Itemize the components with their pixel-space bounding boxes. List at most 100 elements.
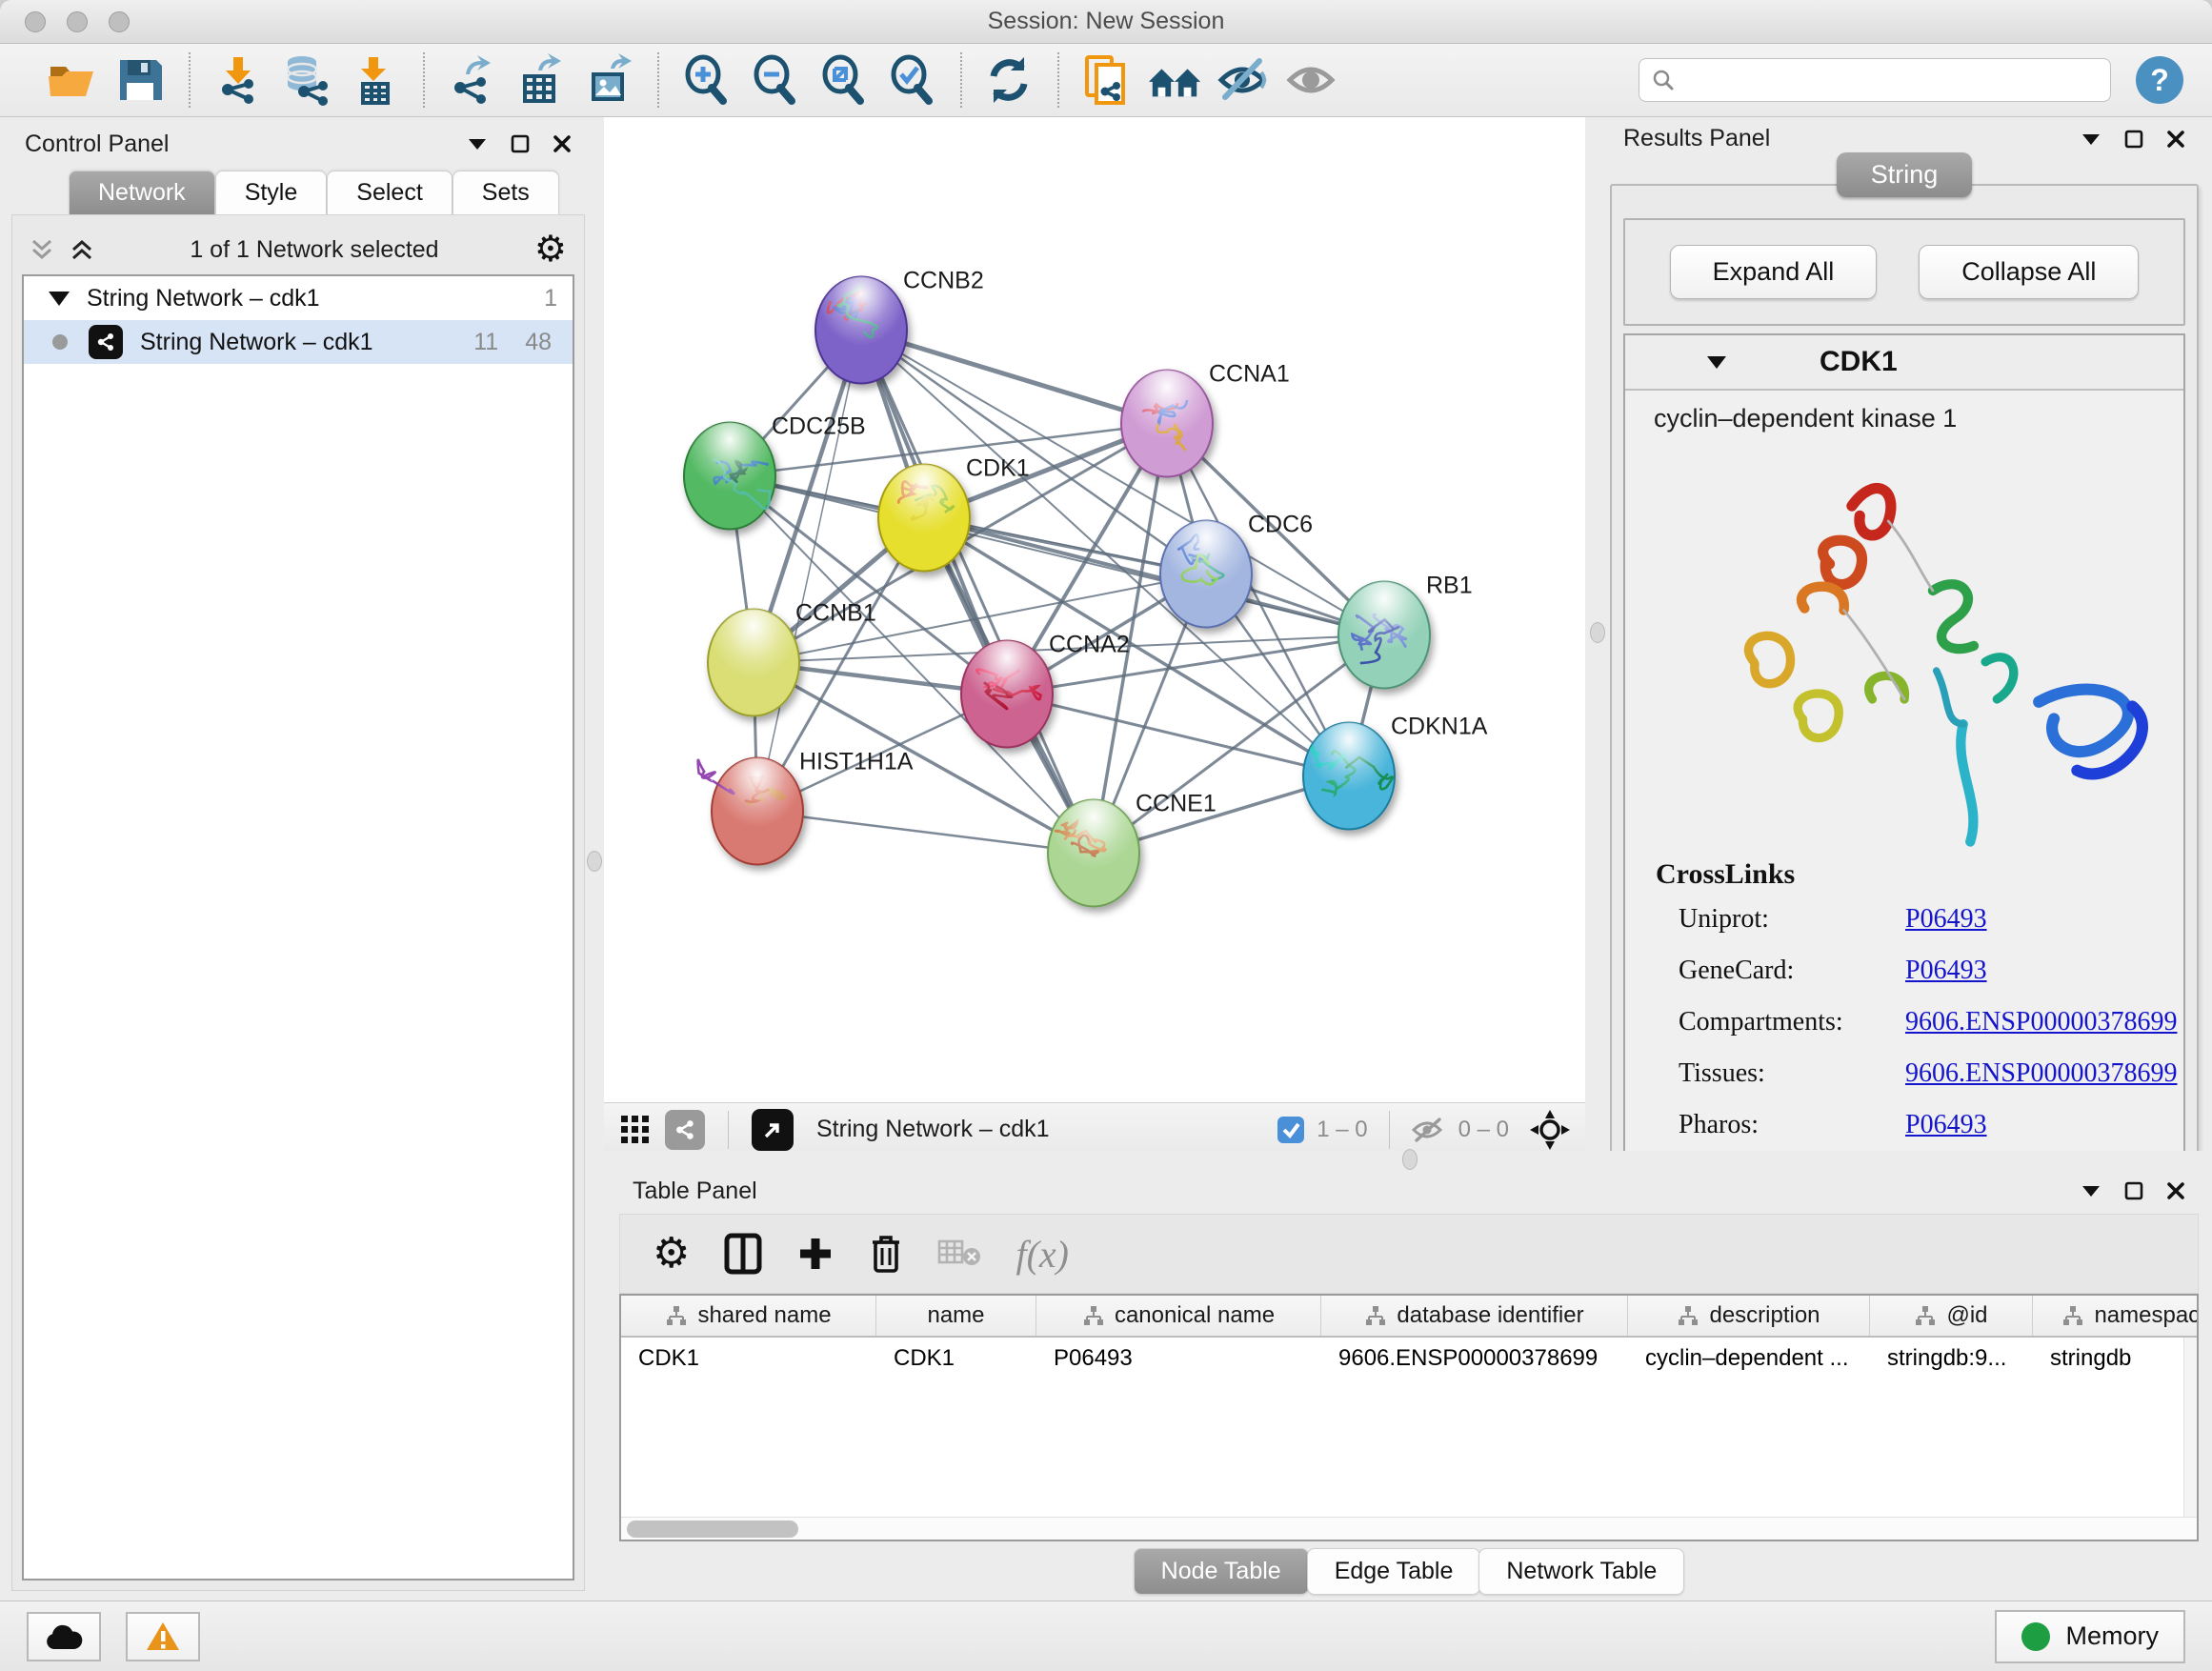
crosslink-link[interactable]: P06493 xyxy=(1905,904,1987,935)
fit-crosshair-icon[interactable] xyxy=(1530,1110,1570,1150)
first-neighbors-button[interactable] xyxy=(1147,52,1202,108)
column-header-namespace[interactable]: namespace xyxy=(2033,1296,2199,1336)
refresh-layout-button[interactable] xyxy=(981,52,1036,108)
table-cell[interactable]: CDK1 xyxy=(621,1345,876,1372)
crosslink-link[interactable]: P06493 xyxy=(1905,1110,1987,1140)
collection-expand-icon[interactable] xyxy=(49,292,70,306)
network-canvas[interactable]: CCNB2CCNA1CDC25BCDK1CDC6RB1CCNB1CCNA2CDK… xyxy=(604,117,1585,1102)
open-session-button[interactable] xyxy=(44,52,99,108)
vertical-splitter-left[interactable] xyxy=(585,117,604,1601)
search-input[interactable] xyxy=(1685,68,2099,92)
tab-select[interactable]: Select xyxy=(327,171,452,214)
tab-sets[interactable]: Sets xyxy=(452,171,559,214)
collapse-all-networks-icon[interactable] xyxy=(30,237,54,262)
search-field[interactable] xyxy=(1639,58,2111,102)
show-all-button[interactable] xyxy=(1284,52,1339,108)
table-cell[interactable]: stringdb:9... xyxy=(1870,1345,2033,1372)
tab-string[interactable]: String xyxy=(1837,152,1973,197)
export-image-button[interactable] xyxy=(581,52,636,108)
warning-button[interactable] xyxy=(126,1612,200,1661)
node-CCNA2[interactable]: CCNA2 xyxy=(961,632,1130,748)
edge-CCNB2-HIST1H1A[interactable] xyxy=(757,331,861,812)
crosslink-row: GeneCard:P06493 xyxy=(1679,956,2183,986)
zoom-fit-button[interactable] xyxy=(815,52,871,108)
close-panel-icon[interactable] xyxy=(2166,130,2185,149)
table-cell[interactable]: cyclin–dependent ... xyxy=(1628,1345,1870,1372)
zoom-selected-button[interactable] xyxy=(884,52,939,108)
column-header-shared-name[interactable]: shared name xyxy=(621,1296,876,1336)
crosslink-link[interactable]: 9606.ENSP00000378699 xyxy=(1905,1007,2177,1037)
zoom-out-button[interactable] xyxy=(747,52,802,108)
column-header-database-identifier[interactable]: database identifier xyxy=(1321,1296,1628,1336)
table-horizontal-scrollbar[interactable] xyxy=(621,1517,2197,1540)
close-panel-icon[interactable] xyxy=(2166,1181,2185,1200)
zoom-in-button[interactable] xyxy=(678,52,734,108)
node-HIST1H1A[interactable]: HIST1H1A xyxy=(698,749,914,865)
table-cell[interactable]: P06493 xyxy=(1036,1345,1321,1372)
cloud-button[interactable] xyxy=(27,1612,101,1661)
collapse-all-button[interactable]: Collapse All xyxy=(1919,245,2139,299)
network-options-gear-icon[interactable]: ⚙ xyxy=(534,232,567,268)
import-network-database-button[interactable] xyxy=(278,52,333,108)
vertical-splitter-right[interactable] xyxy=(1585,117,1610,1151)
table-row[interactable]: CDK1CDK1P064939606.ENSP00000378699cyclin… xyxy=(621,1338,2197,1379)
collapse-panel-icon[interactable] xyxy=(2081,1184,2101,1198)
table-cell[interactable]: CDK1 xyxy=(876,1345,1036,1372)
crosslink-link[interactable]: P06493 xyxy=(1905,956,1987,986)
tab-network-table[interactable]: Network Table xyxy=(1478,1548,1684,1595)
collapse-panel-icon[interactable] xyxy=(467,137,488,151)
column-header-@id[interactable]: @id xyxy=(1870,1296,2033,1336)
edge-CCNA2-CDKN1A[interactable] xyxy=(1007,695,1349,776)
edge-CDK1-RB1[interactable] xyxy=(924,518,1384,635)
grid-mode-icon[interactable] xyxy=(619,1114,652,1146)
tab-style[interactable]: Style xyxy=(215,171,328,214)
float-panel-icon[interactable] xyxy=(2124,1181,2143,1200)
string-clipboard-button[interactable] xyxy=(1078,52,1134,108)
float-panel-icon[interactable] xyxy=(2124,130,2143,149)
help-button[interactable]: ? xyxy=(2136,56,2183,104)
expand-all-button[interactable]: Expand All xyxy=(1670,245,1878,299)
network-row[interactable]: String Network – cdk1 11 48 xyxy=(24,320,573,364)
scrollbar-thumb[interactable] xyxy=(627,1520,798,1538)
import-network-file-button[interactable] xyxy=(210,52,265,108)
network-graph[interactable]: CCNB2CCNA1CDC25BCDK1CDC6RB1CCNB1CCNA2CDK… xyxy=(604,117,1585,1102)
collapse-panel-icon[interactable] xyxy=(2081,132,2101,146)
selected-checkbox-icon[interactable] xyxy=(1277,1116,1305,1144)
column-header-name[interactable]: name xyxy=(876,1296,1036,1336)
table-vertical-scrollbar[interactable] xyxy=(2183,1338,2197,1517)
memory-button[interactable]: Memory xyxy=(1995,1610,2185,1663)
birds-eye-view-icon[interactable] xyxy=(752,1109,794,1151)
node-CCNE1[interactable]: CCNE1 xyxy=(1048,791,1217,907)
import-table-file-button[interactable] xyxy=(347,52,402,108)
create-column-icon[interactable] xyxy=(796,1235,835,1273)
export-table-button[interactable] xyxy=(513,52,568,108)
node-CDKN1A[interactable]: CDKN1A xyxy=(1303,714,1488,830)
edge-HIST1H1A-CCNE1[interactable] xyxy=(757,812,1094,854)
crosslink-link[interactable]: 9606.ENSP00000378699 xyxy=(1905,1058,2177,1089)
table-cell[interactable]: 9606.ENSP00000378699 xyxy=(1321,1345,1628,1372)
column-header-description[interactable]: description xyxy=(1628,1296,1870,1336)
network-view-icon[interactable] xyxy=(665,1110,705,1150)
network-collection-row[interactable]: String Network – cdk1 1 xyxy=(24,276,573,320)
hidden-eye-icon[interactable] xyxy=(1411,1116,1447,1144)
edge-CCNB2-CCNA1[interactable] xyxy=(861,331,1167,424)
column-header-canonical-name[interactable]: canonical name xyxy=(1036,1296,1321,1336)
expand-all-networks-icon[interactable] xyxy=(70,237,94,262)
table-cell[interactable]: stringdb xyxy=(2033,1345,2199,1372)
tab-edge-table[interactable]: Edge Table xyxy=(1307,1548,1481,1595)
export-network-button[interactable] xyxy=(444,52,499,108)
tab-network[interactable]: Network xyxy=(69,171,215,214)
node-CDK1[interactable]: CDK1 xyxy=(878,455,1030,572)
collapse-gene-icon[interactable] xyxy=(1705,354,1728,370)
close-panel-icon[interactable] xyxy=(553,134,572,153)
table-options-gear-icon[interactable]: ⚙ xyxy=(653,1233,690,1275)
show-column-icon[interactable] xyxy=(724,1233,762,1275)
control-panel: Control Panel NetworkStyleSelectSets 1 o xyxy=(0,117,585,1601)
hide-selected-button[interactable] xyxy=(1216,52,1271,108)
delete-column-icon[interactable] xyxy=(869,1233,903,1275)
float-panel-icon[interactable] xyxy=(511,134,530,153)
tab-node-table[interactable]: Node Table xyxy=(1134,1548,1309,1595)
horizontal-splitter[interactable] xyxy=(604,1151,2212,1168)
save-session-button[interactable] xyxy=(112,52,168,108)
node-RB1[interactable]: RB1 xyxy=(1338,573,1473,689)
